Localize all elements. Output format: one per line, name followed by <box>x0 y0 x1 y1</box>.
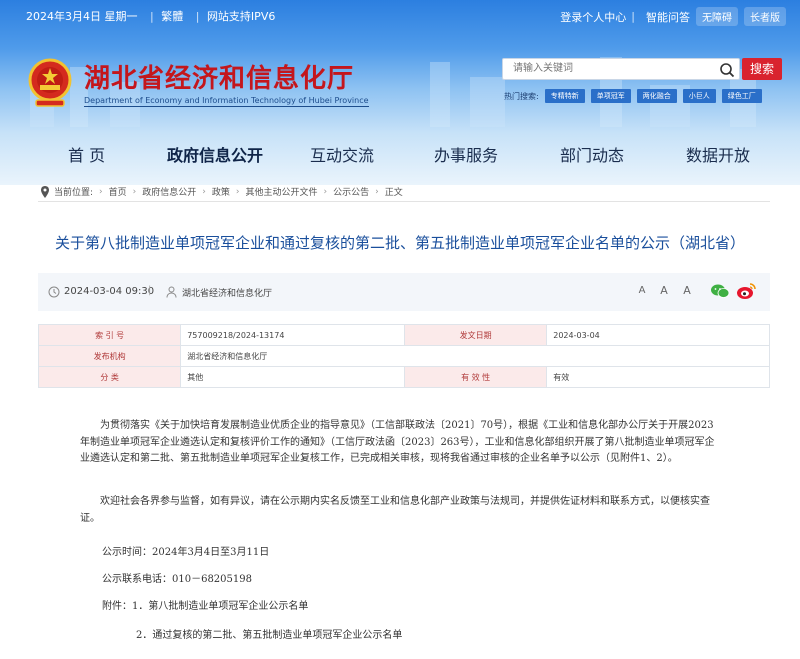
attachment-2-link[interactable]: 2．通过复核的第二批、第五批制造业单项冠军企业公示名单 <box>136 628 776 645</box>
info-key: 有 效 性 <box>404 366 548 388</box>
attachment-1-link[interactable]: 附件：1．第八批制造业单项冠军企业公示名单 <box>102 599 742 616</box>
hot-tag-champion[interactable]: 单项冠军 <box>590 89 631 103</box>
hot-tag-specialized[interactable]: 专精特新 <box>544 89 585 103</box>
info-value: 其他 <box>180 366 406 388</box>
hot-tag-little-giant[interactable]: 小巨人 <box>682 89 716 103</box>
info-key: 发布机构 <box>37 345 182 367</box>
info-value: 湖北省经济和信息化厅 <box>180 345 770 367</box>
site-header: 2024年3月4日 星期一 | 繁體 | 网站支持IPV6 登录个人中心 | 智… <box>0 0 800 185</box>
wechat-icon[interactable] <box>710 283 730 299</box>
main-nav: 首 页 政府信息公开 互动交流 办事服务 部门动态 数据开放 <box>0 138 800 172</box>
info-value: 有效 <box>546 366 770 388</box>
hot-tag-green-factory[interactable]: 绿色工厂 <box>721 89 762 103</box>
top-bar: 2024年3月4日 星期一 | 繁體 | 网站支持IPV6 登录个人中心 | 智… <box>0 0 800 30</box>
info-value: 757009218/2024-13174 <box>180 324 406 346</box>
current-date: 2024年3月4日 星期一 <box>26 10 138 23</box>
table-row: 索 引 号 757009218/2024-13174 发文日期 2024-03-… <box>37 324 770 346</box>
nav-gov-info[interactable]: 政府信息公开 <box>167 142 263 166</box>
national-emblem-icon <box>28 58 72 107</box>
font-size-small-button[interactable]: A <box>679 283 695 299</box>
nav-services[interactable]: 办事服务 <box>434 142 498 166</box>
info-key: 发文日期 <box>404 324 548 346</box>
hot-search-bar: 热门搜索: 专精特新 单项冠军 两化融合 小巨人 绿色工厂 <box>504 89 768 103</box>
publish-time: 2024-03-04 09:30 <box>64 286 155 297</box>
breadcrumb-home[interactable]: 首页 <box>109 185 127 198</box>
login-link[interactable]: 登录个人中心 <box>560 9 626 25</box>
search-icon[interactable] <box>719 62 735 78</box>
document-info-table: 索 引 号 757009218/2024-13174 发文日期 2024-03-… <box>37 324 770 388</box>
info-key: 分 类 <box>37 366 182 388</box>
search-box <box>502 58 740 80</box>
accessibility-button[interactable]: 无障碍 <box>696 7 738 26</box>
info-value: 2024-03-04 <box>546 324 770 346</box>
clock-icon <box>48 286 60 298</box>
breadcrumb-current: 正文 <box>384 188 403 198</box>
nav-dept-news[interactable]: 部门动态 <box>560 142 624 166</box>
contact-phone: 公示联系电话：010－68205198 <box>102 574 252 585</box>
nav-home[interactable]: 首 页 <box>68 142 105 166</box>
breadcrumb-other-files[interactable]: 其他主动公开文件 <box>246 185 318 198</box>
breadcrumb-label: 当前位置: <box>54 188 94 198</box>
body-paragraph-1: 为贯彻落实《关于加快培育发展制造业优质企业的指导意见》（工信部联政法〔2021〕… <box>80 420 715 464</box>
breadcrumb: 当前位置: › 首页 › 政府信息公开 › 政策 › 其他主动公开文件 › 公示… <box>40 185 403 198</box>
article-title: 关于第八批制造业单项冠军企业和通过复核的第二批、第五批制造业单项冠军企业名单的公… <box>54 234 745 252</box>
smart-qa-link[interactable]: 智能问答 <box>646 9 690 25</box>
traditional-chinese-link[interactable]: 繁體 <box>161 10 183 23</box>
site-title[interactable]: 湖北省经济和信息化厅 <box>84 58 354 95</box>
search-button[interactable]: 搜索 <box>742 58 782 80</box>
hot-tag-integration[interactable]: 两化融合 <box>636 89 677 103</box>
divider <box>38 201 770 202</box>
info-key: 索 引 号 <box>37 324 182 346</box>
font-size-large-button[interactable]: A <box>634 283 650 299</box>
breadcrumb-announcements[interactable]: 公示公告 <box>333 185 369 198</box>
elderly-mode-button[interactable]: 长者版 <box>744 7 786 26</box>
table-row: 分 类 其他 有 效 性 有效 <box>37 366 770 388</box>
table-row: 发布机构 湖北省经济和信息化厅 <box>37 345 770 367</box>
person-icon <box>166 286 177 298</box>
search-input[interactable] <box>511 62 715 75</box>
breadcrumb-gov-info[interactable]: 政府信息公开 <box>142 185 196 198</box>
location-pin-icon <box>41 185 49 198</box>
nav-interaction[interactable]: 互动交流 <box>310 142 374 166</box>
nav-open-data[interactable]: 数据开放 <box>686 142 750 166</box>
publicity-period: 公示时间：2024年3月4日至3月11日 <box>102 547 270 558</box>
article-source: 湖北省经济和信息化厅 <box>182 289 273 299</box>
ipv6-support-text: 网站支持IPV6 <box>206 10 276 23</box>
font-size-medium-button[interactable]: A <box>656 283 672 299</box>
hot-search-label: 热门搜索: <box>504 91 539 101</box>
weibo-icon[interactable] <box>736 282 756 300</box>
article-meta-bar: 2024-03-04 09:30 | 湖北省经济和信息化厅 A A A <box>38 273 770 311</box>
breadcrumb-policy[interactable]: 政策 <box>212 185 230 198</box>
body-paragraph-2: 欢迎社会各界参与监督，如有异议，请在公示期内实名反馈至工业和信息化部产业政策与法… <box>80 496 710 524</box>
site-english-name: Department of Economy and Information Te… <box>84 96 369 107</box>
